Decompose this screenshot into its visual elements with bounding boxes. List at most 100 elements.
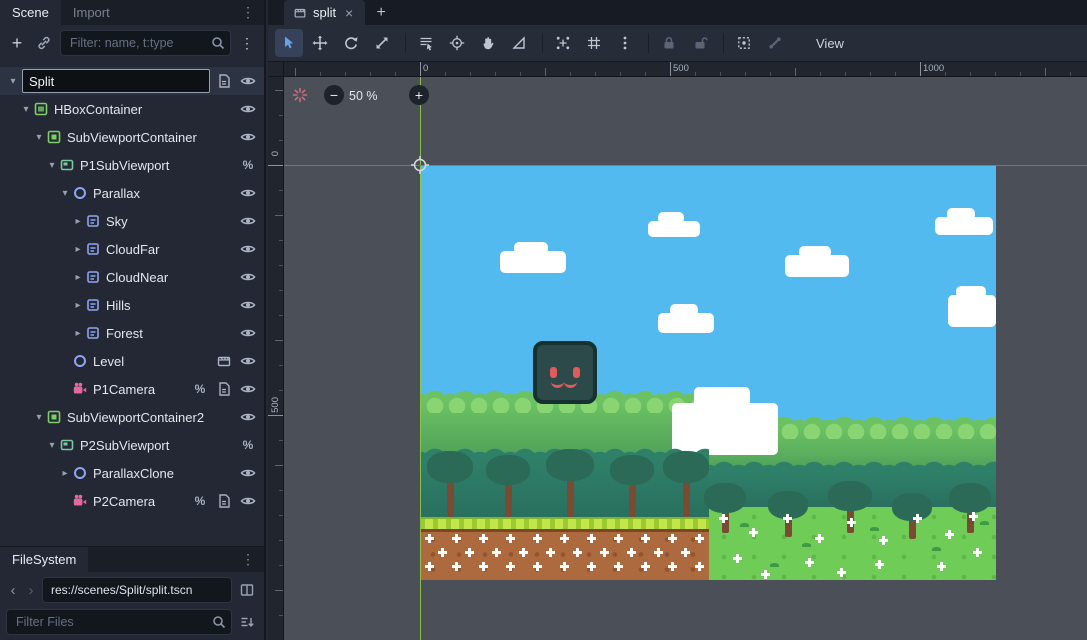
tree-row-forest[interactable]: ▸Forest (0, 319, 264, 347)
rename-node-input[interactable] (22, 69, 210, 93)
filesystem-menu-icon[interactable]: ⋮ (232, 547, 264, 572)
visibility-eye-icon[interactable] (240, 325, 256, 341)
scale-tool-button[interactable] (368, 29, 396, 57)
tree-row-parallaxclone[interactable]: ▸ParallaxClone (0, 459, 264, 487)
zoom-in-button[interactable]: + (409, 85, 429, 105)
collapse-down-icon[interactable]: ▾ (45, 440, 59, 451)
move-tool-button[interactable] (306, 29, 334, 57)
current-path-input[interactable] (42, 577, 232, 603)
file-sort-button[interactable] (236, 611, 258, 633)
toggle-split-mode-button[interactable] (236, 579, 258, 601)
tree-row-sky[interactable]: ▸Sky (0, 207, 264, 235)
tree-row-subviewportcontainer[interactable]: ▾SubViewportContainer (0, 123, 264, 151)
new-scene-tab-button[interactable]: + (369, 0, 393, 25)
tree-row-level[interactable]: Level (0, 347, 264, 375)
tree-options-menu-icon[interactable]: ⋮ (236, 32, 258, 54)
dock-menu-icon[interactable]: ⋮ (232, 0, 264, 25)
file-filter (6, 609, 232, 635)
flower (482, 565, 485, 568)
visibility-eye-icon[interactable] (240, 353, 256, 369)
unique-name-icon[interactable]: % (192, 381, 208, 397)
visibility-eye-icon[interactable] (240, 213, 256, 229)
zoom-level-label[interactable]: 50 % (349, 89, 378, 103)
close-tab-icon[interactable]: × (342, 5, 356, 21)
visibility-eye-icon[interactable] (240, 465, 256, 481)
collapse-down-icon[interactable]: ▾ (32, 412, 46, 423)
visibility-eye-icon[interactable] (240, 241, 256, 257)
pivot-tool-button[interactable] (443, 29, 471, 57)
collapse-right-icon[interactable]: ▸ (71, 244, 85, 255)
ruler-tool-button[interactable] (505, 29, 533, 57)
view-menu-button[interactable]: View (806, 30, 854, 56)
collapse-down-icon[interactable]: ▾ (19, 104, 33, 115)
tree-row-split[interactable]: ▾ (0, 67, 264, 95)
tree-row-hboxcontainer[interactable]: ▾HBoxContainer (0, 95, 264, 123)
collapse-down-icon[interactable]: ▾ (58, 188, 72, 199)
toolbar-separator (723, 33, 724, 53)
flower (808, 561, 811, 564)
visibility-eye-icon[interactable] (240, 101, 256, 117)
collapse-down-icon[interactable]: ▾ (32, 132, 46, 143)
script-icon[interactable] (216, 73, 232, 89)
tree-row-subviewportcontainer2[interactable]: ▾SubViewportContainer2 (0, 403, 264, 431)
unique-name-icon[interactable]: % (240, 437, 256, 453)
zoom-out-button[interactable]: − (324, 85, 344, 105)
smart-snap-toggle-button[interactable] (549, 29, 577, 57)
tab-import[interactable]: Import (61, 0, 122, 25)
node2d-icon (72, 185, 90, 201)
canvas-toolbar: View (268, 25, 1087, 62)
flower (764, 573, 767, 576)
node-filter (60, 30, 231, 56)
instantiate-scene-button[interactable] (33, 32, 55, 54)
open-scene-icon[interactable] (216, 353, 232, 369)
forward-icon[interactable]: › (24, 582, 38, 599)
visibility-eye-icon[interactable] (240, 185, 256, 201)
visibility-eye-icon[interactable] (240, 73, 256, 89)
scene-tab-split[interactable]: split × (284, 0, 365, 25)
tree-row-cloudfar[interactable]: ▸CloudFar (0, 235, 264, 263)
visibility-eye-icon[interactable] (240, 493, 256, 509)
node-filter-input[interactable] (60, 30, 231, 56)
tab-filesystem[interactable]: FileSystem (0, 547, 88, 572)
collapse-down-icon[interactable]: ▾ (45, 160, 59, 171)
script-icon[interactable] (216, 381, 232, 397)
group-button-button[interactable] (730, 29, 758, 57)
tree-row-p1camera[interactable]: P1Camera% (0, 375, 264, 403)
script-icon[interactable] (216, 493, 232, 509)
list-select-tool-button[interactable] (412, 29, 440, 57)
add-node-button[interactable]: + (6, 32, 28, 54)
back-icon[interactable]: ‹ (6, 582, 20, 599)
visibility-eye-icon[interactable] (240, 297, 256, 313)
h-ruler[interactable]: 05001000 (284, 62, 1087, 77)
collapse-right-icon[interactable]: ▸ (58, 468, 72, 479)
pan-tool-button[interactable] (474, 29, 502, 57)
collapse-right-icon[interactable]: ▸ (71, 272, 85, 283)
flower (940, 565, 943, 568)
collapse-right-icon[interactable]: ▸ (71, 216, 85, 227)
select-tool-button[interactable] (275, 29, 303, 57)
visibility-eye-icon[interactable] (240, 381, 256, 397)
tree-row-cloudnear[interactable]: ▸CloudNear (0, 263, 264, 291)
collapse-right-icon[interactable]: ▸ (71, 328, 85, 339)
tab-scene[interactable]: Scene (0, 0, 61, 25)
tree-row-hills[interactable]: ▸Hills (0, 291, 264, 319)
canvas-viewport[interactable]: − 50 % + (284, 77, 1087, 640)
visibility-eye-icon[interactable] (240, 129, 256, 145)
visibility-eye-icon[interactable] (240, 409, 256, 425)
toolbar-separator (648, 33, 649, 53)
rotate-tool-button[interactable] (337, 29, 365, 57)
flower (818, 537, 821, 540)
collapse-down-icon[interactable]: ▾ (6, 76, 20, 87)
v-ruler[interactable]: 0500 (268, 77, 284, 640)
file-filter-input[interactable] (6, 609, 232, 635)
unique-name-icon[interactable]: % (240, 157, 256, 173)
tree-row-p1subviewport[interactable]: ▾P1SubViewport% (0, 151, 264, 179)
tree-row-parallax[interactable]: ▾Parallax (0, 179, 264, 207)
unique-name-icon[interactable]: % (192, 493, 208, 509)
snap-options-menu-button[interactable] (611, 29, 639, 57)
tree-row-p2camera[interactable]: P2Camera% (0, 487, 264, 515)
collapse-right-icon[interactable]: ▸ (71, 300, 85, 311)
tree-row-p2subviewport[interactable]: ▾P2SubViewport% (0, 431, 264, 459)
grid-snap-toggle-button[interactable] (580, 29, 608, 57)
visibility-eye-icon[interactable] (240, 269, 256, 285)
